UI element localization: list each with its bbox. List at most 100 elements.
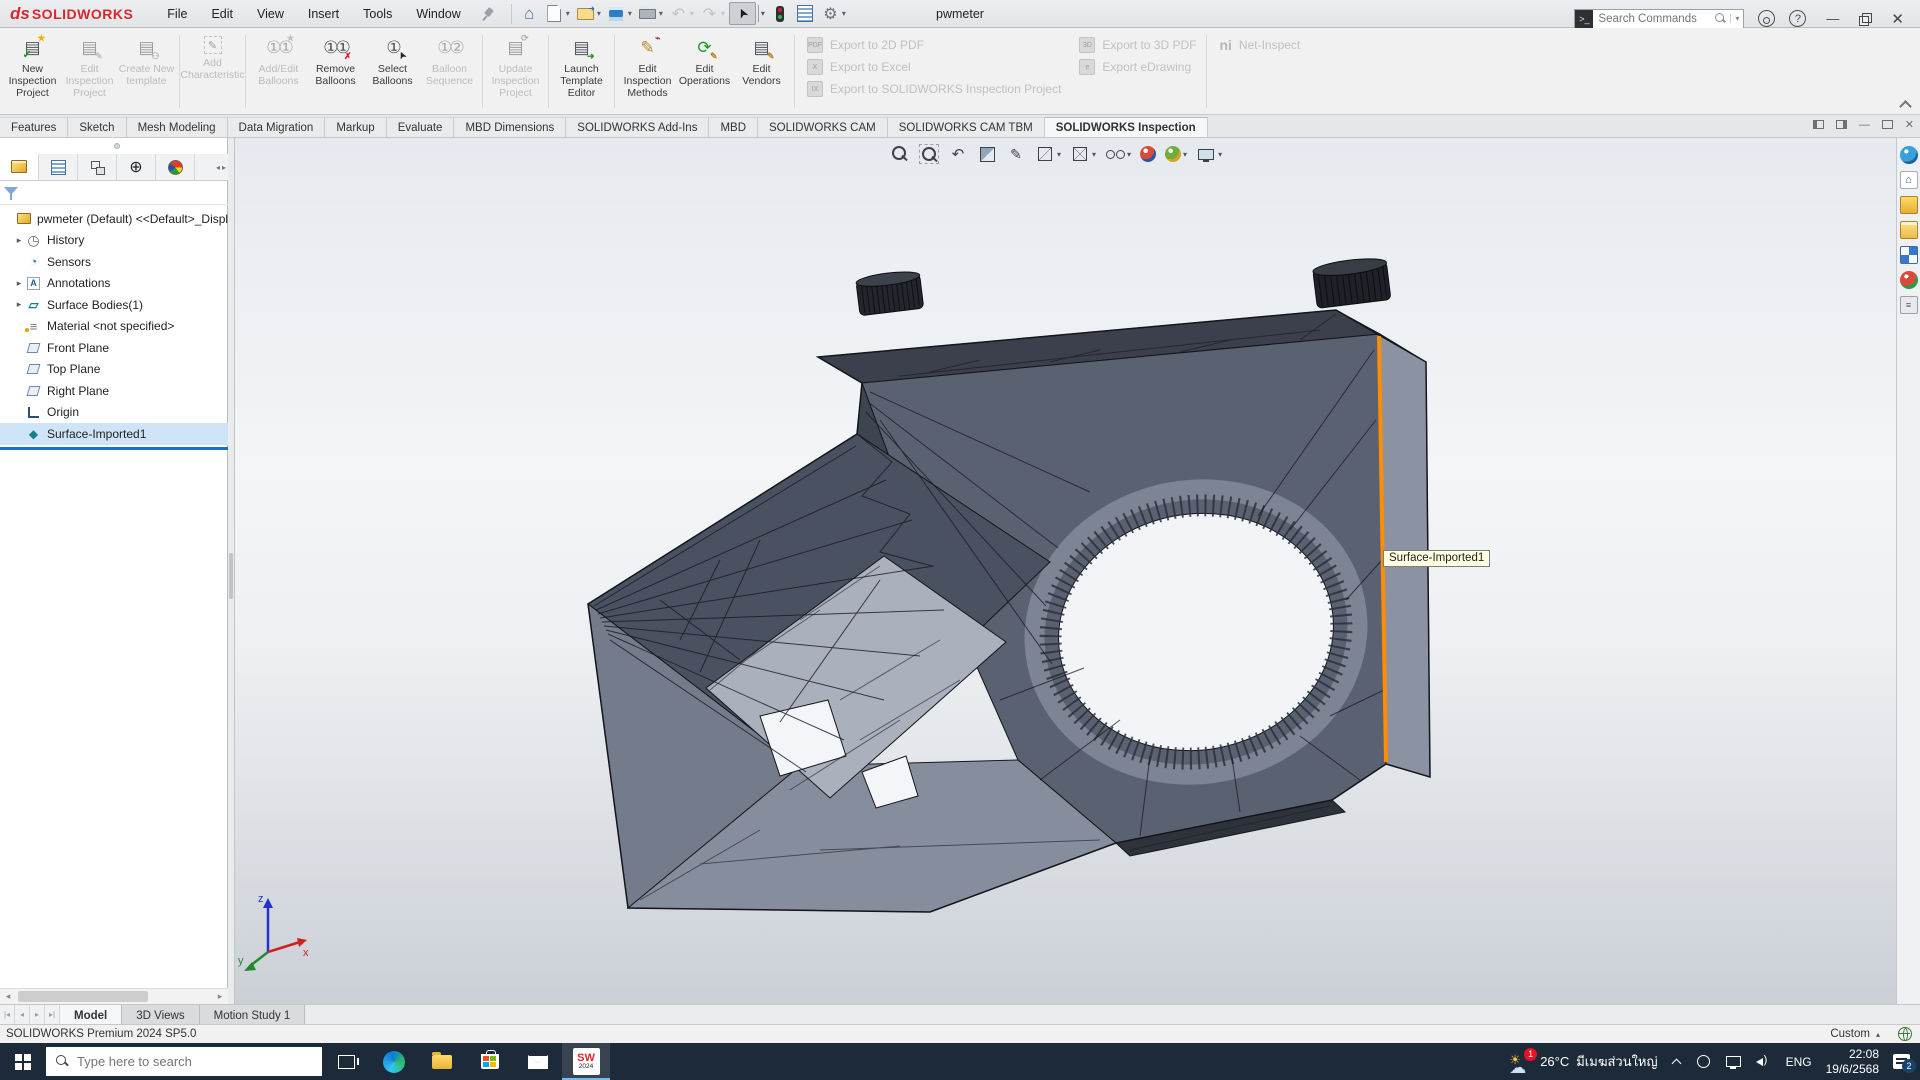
meet-now-icon[interactable]	[1696, 1055, 1712, 1069]
propertymanager-tab[interactable]	[39, 154, 78, 180]
edit-vendors-button[interactable]: ▤✎ Edit Vendors	[733, 33, 790, 87]
edit-appearance-button[interactable]	[1140, 146, 1156, 162]
tree-root[interactable]: pwmeter (Default) <<Default>_Display	[0, 208, 228, 230]
file-explorer-button[interactable]	[418, 1043, 466, 1080]
close-button[interactable]: ✕	[1885, 10, 1910, 28]
tab-nav-buttons[interactable]: |◂ ◂ ▸ ▸|	[0, 1005, 60, 1024]
remove-balloons-button[interactable]: ①①✗ Remove Balloons	[307, 33, 364, 87]
tab-motion-study[interactable]: Motion Study 1	[200, 1005, 306, 1024]
dimxpertmanager-tab[interactable]: ⊕	[117, 154, 156, 180]
new-document-button[interactable]: ▾	[543, 2, 572, 25]
panel-splitter[interactable]	[228, 138, 235, 1004]
menu-insert[interactable]: Insert	[298, 3, 349, 25]
file-explorer-icon[interactable]	[1900, 196, 1918, 214]
design-library-icon[interactable]: ⌂	[1900, 171, 1918, 189]
tab-solidworks-inspection[interactable]: SOLIDWORKS Inspection	[1045, 117, 1208, 137]
model-3d-mesh[interactable]: z x y	[235, 138, 1896, 1004]
weather-widget[interactable]: ☀☁1 26°C มีเมฆส่วนใหญ่	[1507, 1051, 1657, 1072]
tree-item-annotations[interactable]: ▸A Annotations	[0, 273, 228, 295]
first-tab-icon[interactable]: |◂	[0, 1005, 15, 1024]
tab-mbd[interactable]: MBD	[709, 117, 758, 137]
configurationmanager-tab[interactable]	[78, 154, 117, 180]
mail-button[interactable]	[514, 1043, 562, 1080]
rollback-bar[interactable]	[0, 447, 228, 450]
network-icon[interactable]	[1726, 1055, 1742, 1069]
hide-show-items-button[interactable]: ▾	[1105, 144, 1131, 164]
tab-data-migration[interactable]: Data Migration	[228, 117, 326, 137]
search-icon[interactable]	[1715, 13, 1726, 24]
tree-horizontal-scrollbar[interactable]: ◂ ▸	[0, 988, 228, 1004]
tab-solidworks-cam[interactable]: SOLIDWORKS CAM	[758, 117, 888, 137]
dynamic-annotation-button[interactable]: ✎	[1006, 144, 1026, 164]
task-view-button[interactable]	[322, 1043, 370, 1080]
display-style-button[interactable]: ▾	[1035, 144, 1061, 164]
resources-home-icon[interactable]	[1900, 146, 1918, 164]
new-inspection-project-button[interactable]: ▤★ New Inspection Project	[4, 33, 61, 99]
menu-view[interactable]: View	[247, 3, 294, 25]
redo-button[interactable]: ↷▾	[698, 2, 727, 25]
language-indicator[interactable]: ENG	[1786, 1055, 1812, 1069]
store-button[interactable]	[466, 1043, 514, 1080]
ribbon-collapse-chevron[interactable]	[1900, 98, 1910, 108]
select-balloons-button[interactable]: ①➤ Select Balloons	[364, 33, 421, 87]
menu-window[interactable]: Window	[406, 3, 470, 25]
launch-template-editor-button[interactable]: ▤➜ Launch Template Editor	[553, 33, 610, 99]
save-button[interactable]: ▾	[605, 2, 634, 25]
pin-menu-icon[interactable]	[481, 7, 495, 21]
tree-item-right-plane[interactable]: Right Plane	[0, 380, 228, 402]
panel-tab-left-arrow[interactable]: ◂	[216, 163, 220, 172]
restore-button[interactable]	[1859, 13, 1871, 25]
tab-3d-views[interactable]: 3D Views	[122, 1005, 199, 1024]
tab-mesh-modeling[interactable]: Mesh Modeling	[127, 117, 228, 137]
open-button[interactable]: ▾	[574, 2, 603, 25]
scroll-thumb[interactable]	[18, 991, 148, 1002]
doc-close-icon[interactable]: ✕	[1905, 118, 1914, 131]
splitter-grip[interactable]	[229, 553, 233, 599]
zoom-area-button[interactable]	[919, 144, 939, 164]
search-dropdown-caret[interactable]: ▾	[1730, 14, 1743, 23]
tree-filter-row[interactable]	[0, 181, 228, 205]
appearances-icon[interactable]	[1900, 246, 1918, 264]
tree-item-history[interactable]: ▸◷ History	[0, 230, 228, 252]
solidworks-taskbar-button[interactable]: SW2024	[562, 1043, 610, 1080]
next-tab-icon[interactable]: ▸	[30, 1005, 45, 1024]
panel-tab-right-arrow[interactable]: ▸	[222, 163, 226, 172]
notification-center-icon[interactable]: 2	[1893, 1054, 1910, 1069]
tab-markup[interactable]: Markup	[325, 117, 386, 137]
minimize-button[interactable]: —	[1820, 11, 1845, 26]
tree-item-surface-bodies[interactable]: ▸▱ Surface Bodies(1)	[0, 294, 228, 316]
tab-model[interactable]: Model	[60, 1005, 122, 1024]
forum-icon[interactable]: ≡	[1900, 296, 1918, 314]
edge-button[interactable]	[370, 1043, 418, 1080]
select-button[interactable]: ➤	[729, 2, 756, 25]
home-button[interactable]: ⌂	[518, 2, 541, 25]
scroll-right-arrow[interactable]: ▸	[212, 989, 228, 1004]
doc-restore-icon[interactable]	[1882, 120, 1893, 129]
tray-expand-chevron-icon[interactable]	[1672, 1057, 1682, 1067]
tree-item-top-plane[interactable]: Top Plane	[0, 359, 228, 381]
search-commands-input[interactable]	[1598, 13, 1715, 25]
units-label[interactable]: Custom	[1830, 1028, 1870, 1040]
panel-collapse-dot[interactable]	[114, 143, 120, 149]
previous-view-button[interactable]: ↶	[948, 144, 968, 164]
options-button[interactable]: ⚙▾	[819, 2, 848, 25]
search-commands-box[interactable]: >_ ▾	[1574, 9, 1744, 29]
pane-left-icon[interactable]	[1813, 120, 1824, 129]
menu-file[interactable]: File	[157, 3, 197, 25]
tab-evaluate[interactable]: Evaluate	[387, 117, 455, 137]
display-settings-button[interactable]	[794, 2, 817, 25]
view-orientation-button[interactable]: ▾	[1070, 144, 1096, 164]
taskbar-search-box[interactable]	[46, 1047, 322, 1076]
section-view-button[interactable]	[977, 144, 997, 164]
expander-icon[interactable]: ▸	[13, 299, 25, 310]
view-settings-button[interactable]: ▾	[1196, 144, 1222, 164]
help-icon[interactable]: ?	[1789, 10, 1806, 27]
tab-solidworks-addins[interactable]: SOLIDWORKS Add-Ins	[566, 117, 709, 137]
user-account-icon[interactable]	[1758, 10, 1775, 27]
tab-mbd-dimensions[interactable]: MBD Dimensions	[454, 117, 566, 137]
featuremanager-tab[interactable]	[0, 154, 39, 180]
clock-widget[interactable]: 22:08 19/6/2568	[1826, 1047, 1879, 1077]
apply-scene-button[interactable]: ▾	[1165, 146, 1187, 162]
tab-sketch[interactable]: Sketch	[68, 117, 126, 137]
print-button[interactable]: ▾	[636, 2, 665, 25]
